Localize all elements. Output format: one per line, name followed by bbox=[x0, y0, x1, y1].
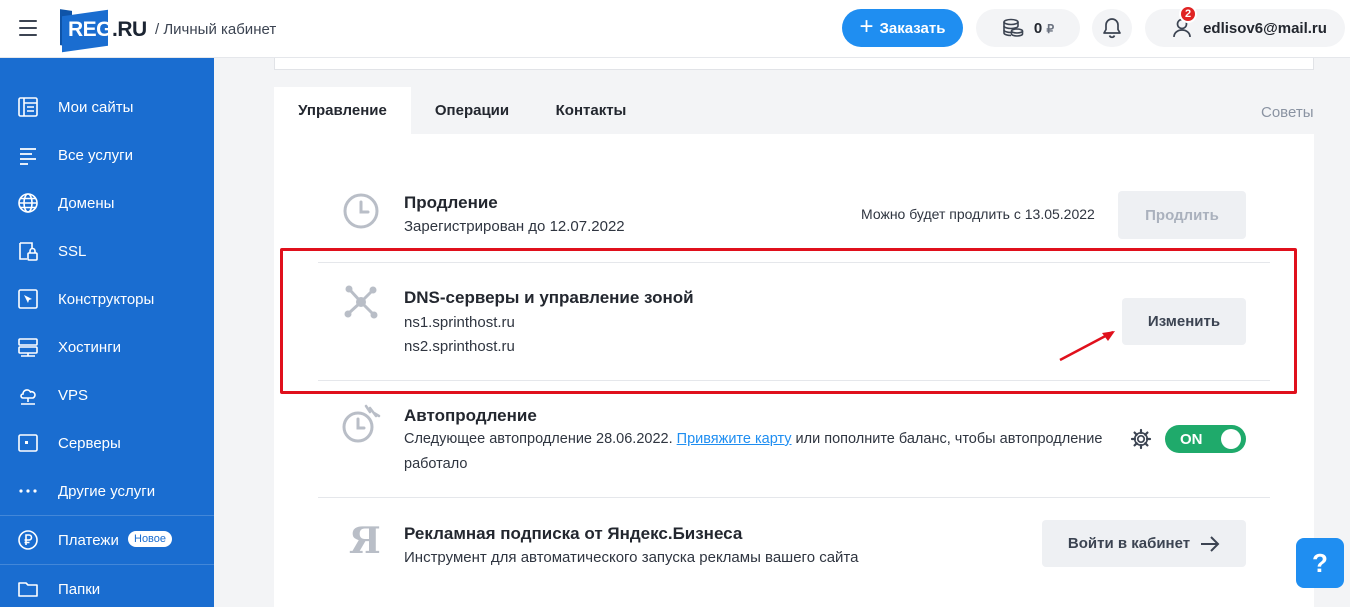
tips-link[interactable]: Советы bbox=[1261, 104, 1313, 121]
builder-icon bbox=[17, 288, 39, 310]
reg-ru-logo[interactable]: REG.RU bbox=[60, 8, 152, 53]
help-button[interactable]: ? bbox=[1296, 538, 1344, 588]
sidebar-item-hosting[interactable]: Хостинги bbox=[0, 323, 214, 371]
notification-count-badge: 2 bbox=[1179, 5, 1197, 23]
coins-icon bbox=[1003, 18, 1024, 37]
balance-button[interactable]: 0 ₽ bbox=[976, 9, 1080, 47]
autorenew-text: Следующее автопродление 28.06.2022. Прив… bbox=[404, 431, 1103, 447]
user-email: edlisov6@mail.ru bbox=[1203, 19, 1327, 37]
balance-amount: 0 ₽ bbox=[1033, 19, 1055, 37]
sidebar-item-builders[interactable]: Конструкторы bbox=[0, 275, 214, 323]
ssl-lock-icon bbox=[17, 240, 39, 262]
tab-management[interactable]: Управление bbox=[274, 87, 411, 134]
server-icon bbox=[17, 432, 39, 454]
vps-cloud-icon bbox=[17, 384, 39, 406]
hosting-icon bbox=[17, 336, 39, 358]
renewal-subtitle: Зарегистрирован до 12.07.2022 bbox=[404, 218, 625, 235]
list-icon bbox=[17, 144, 39, 166]
globe-icon bbox=[17, 192, 39, 214]
tab-contacts[interactable]: Контакты bbox=[533, 87, 649, 134]
top-card-edge bbox=[274, 58, 1314, 70]
yandex-subtitle: Инструмент для автоматического запуска р… bbox=[404, 549, 859, 566]
gear-icon[interactable] bbox=[1130, 428, 1152, 450]
renewal-note: Можно будет продлить с 13.05.2022 bbox=[861, 206, 1095, 222]
folder-icon bbox=[17, 578, 39, 600]
sidebar-item-other-services[interactable]: Другие услуги bbox=[0, 467, 214, 515]
sidebar: Мои сайты Все услуги Домены SSL Конструк… bbox=[0, 58, 214, 607]
top-header: REG.RU / Личный кабинет + Заказать 0 ₽ e… bbox=[0, 0, 1350, 58]
new-badge: Новое bbox=[128, 531, 173, 547]
renewal-title: Продление bbox=[404, 193, 498, 212]
toggle-knob bbox=[1221, 429, 1241, 449]
sidebar-item-domains[interactable]: Домены bbox=[0, 179, 214, 227]
row-divider bbox=[318, 497, 1270, 498]
more-dots-icon bbox=[17, 480, 39, 502]
sidebar-item-vps[interactable]: VPS bbox=[0, 371, 214, 419]
sidebar-item-payments[interactable]: Платежи Новое bbox=[0, 516, 214, 564]
autorenew-toggle[interactable]: ON bbox=[1165, 425, 1246, 453]
sidebar-item-all-services[interactable]: Все услуги bbox=[0, 131, 214, 179]
autorenew-title: Автопродление bbox=[404, 406, 537, 425]
header-subtitle: / Личный кабинет bbox=[155, 21, 277, 38]
clock-icon bbox=[343, 193, 379, 229]
plus-icon: + bbox=[859, 13, 874, 40]
yandex-title: Рекламная подписка от Яндекс.Бизнеса bbox=[404, 524, 743, 543]
bind-card-link[interactable]: Привяжите карту bbox=[677, 431, 792, 447]
autorenew-clock-icon bbox=[342, 404, 381, 443]
enter-cabinet-button[interactable]: Войти в кабинет bbox=[1042, 520, 1246, 567]
notifications-button[interactable] bbox=[1092, 9, 1132, 47]
arrow-right-icon bbox=[1201, 535, 1220, 552]
user-account-button[interactable]: edlisov6@mail.ru bbox=[1145, 9, 1345, 47]
sidebar-item-my-sites[interactable]: Мои сайты bbox=[0, 83, 214, 131]
ruble-icon bbox=[17, 529, 39, 551]
highlight-frame bbox=[280, 248, 1297, 394]
autorenew-text-line2: работало bbox=[404, 456, 468, 472]
tab-operations[interactable]: Операции bbox=[411, 87, 533, 134]
sidebar-item-folders[interactable]: Папки bbox=[0, 565, 214, 607]
yandex-logo-icon: Я bbox=[349, 520, 381, 562]
renew-button[interactable]: Продлить bbox=[1118, 191, 1246, 239]
bell-icon bbox=[1103, 18, 1121, 39]
menu-burger-icon[interactable] bbox=[19, 20, 37, 36]
sites-icon bbox=[17, 96, 39, 118]
order-button[interactable]: + Заказать bbox=[842, 9, 963, 47]
sidebar-item-servers[interactable]: Серверы bbox=[0, 419, 214, 467]
sidebar-item-ssl[interactable]: SSL bbox=[0, 227, 214, 275]
